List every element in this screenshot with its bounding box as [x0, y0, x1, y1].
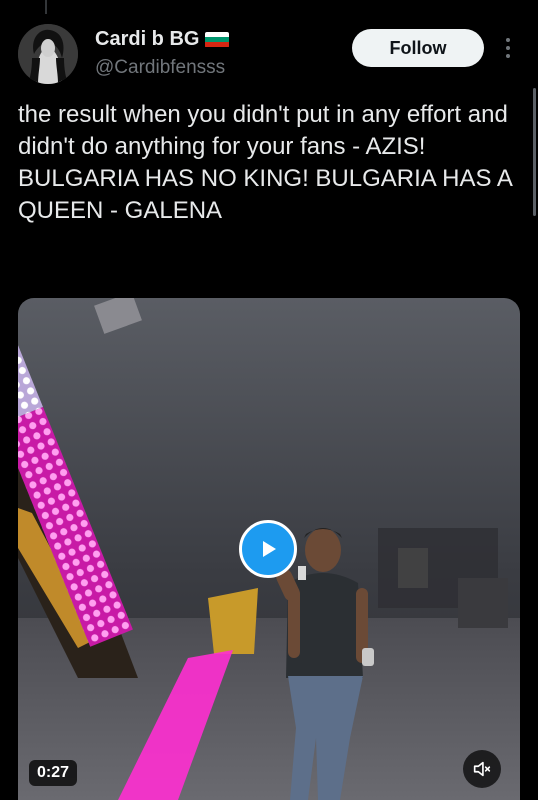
bulgaria-flag-icon [205, 31, 230, 48]
avatar-image [18, 24, 78, 84]
video-duration: 0:27 [29, 760, 78, 786]
video-player[interactable]: 0:27 [18, 298, 520, 800]
muted-speaker-icon[interactable] [463, 750, 501, 788]
follow-button[interactable]: Follow [352, 29, 484, 67]
play-icon[interactable] [239, 520, 297, 578]
author-display-name[interactable]: Cardi b BG [95, 28, 199, 51]
thread-connector-line [45, 0, 47, 14]
scrollbar[interactable] [533, 0, 538, 800]
author-handle[interactable]: @Cardibfensss [95, 57, 225, 79]
tweet-text: the result when you didn't put in any ef… [18, 101, 512, 224]
avatar[interactable] [18, 24, 78, 84]
more-vertical-icon[interactable] [500, 33, 516, 63]
author-name-row: Cardi b BG [95, 28, 230, 51]
scrollbar-thumb[interactable] [533, 88, 536, 216]
